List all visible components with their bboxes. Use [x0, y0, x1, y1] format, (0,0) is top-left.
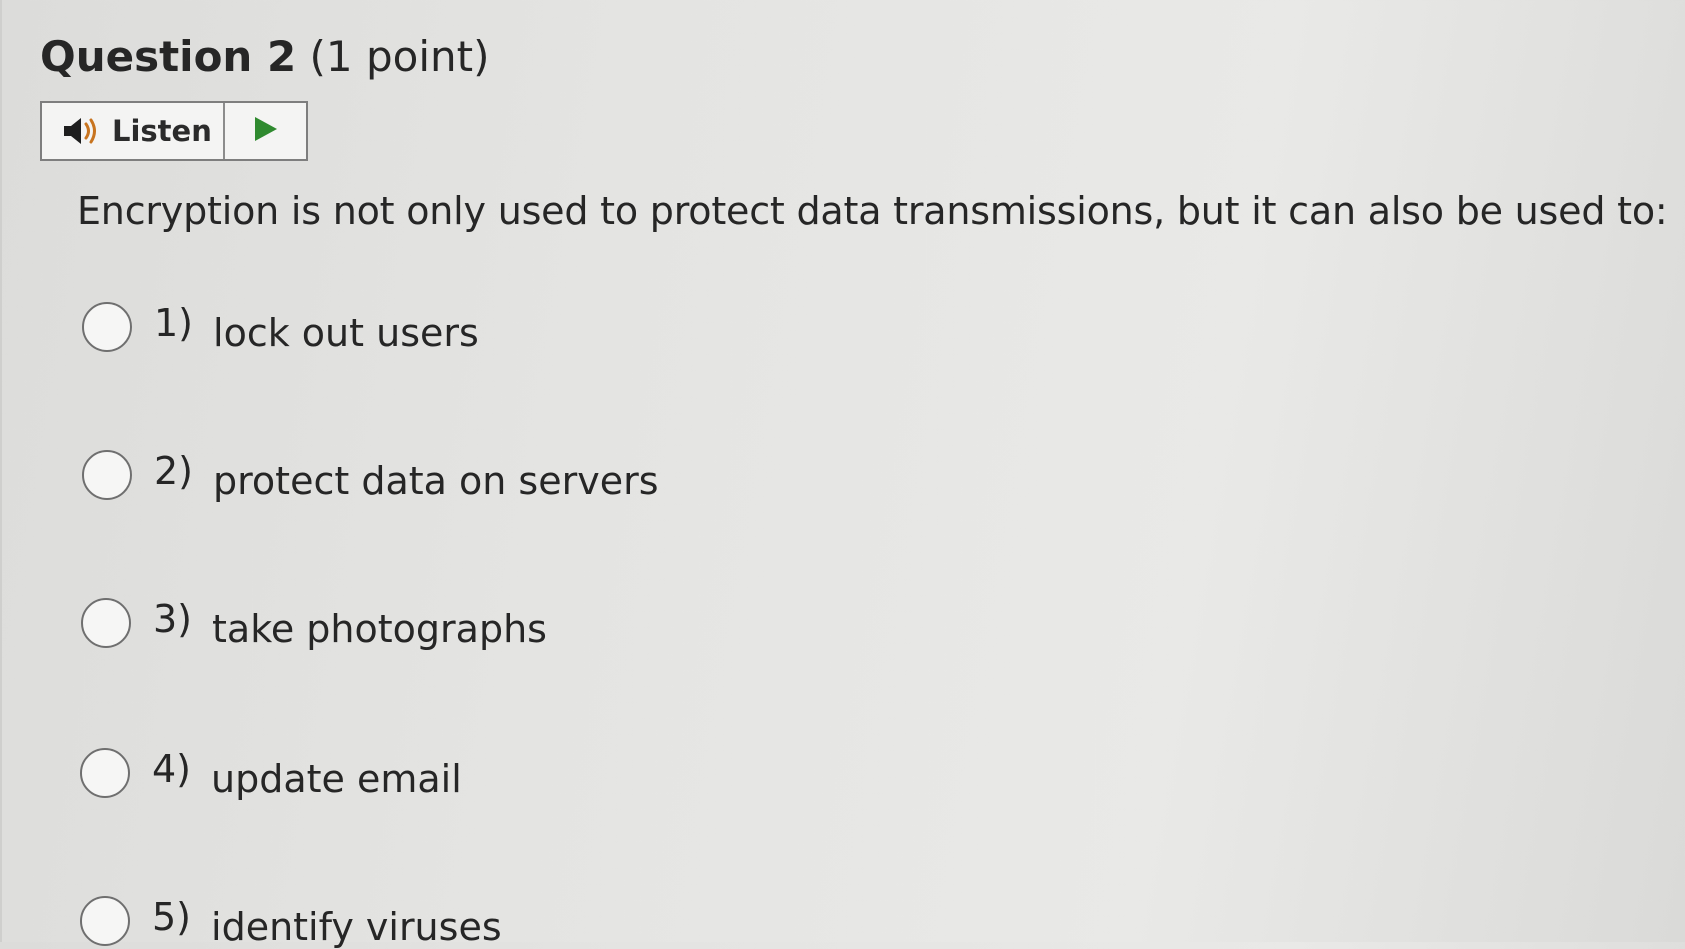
- option-number: 2): [154, 449, 194, 493]
- radio-button[interactable]: [80, 748, 130, 798]
- option-text: update email: [211, 757, 462, 801]
- answer-option-2[interactable]: 2) protect data on servers: [82, 449, 659, 503]
- answer-option-5[interactable]: 5) identify viruses: [80, 895, 502, 949]
- answer-option-4[interactable]: 4) update email: [80, 747, 462, 801]
- radio-button[interactable]: [82, 302, 132, 352]
- answer-option-1[interactable]: 1) lock out users: [82, 301, 479, 355]
- option-number: 5): [152, 895, 192, 939]
- option-number: 3): [153, 597, 193, 641]
- option-number: 1): [154, 301, 194, 345]
- radio-button[interactable]: [82, 450, 132, 500]
- option-text: identify viruses: [211, 905, 502, 949]
- answer-option-3[interactable]: 3) take photographs: [81, 597, 547, 651]
- option-number: 4): [152, 747, 192, 791]
- radio-button[interactable]: [81, 598, 131, 648]
- option-text: lock out users: [213, 311, 479, 355]
- radio-button[interactable]: [80, 896, 130, 946]
- answer-options: 1) lock out users 2) protect data on ser…: [0, 0, 1685, 949]
- option-text: protect data on servers: [213, 459, 659, 503]
- option-text: take photographs: [212, 607, 547, 651]
